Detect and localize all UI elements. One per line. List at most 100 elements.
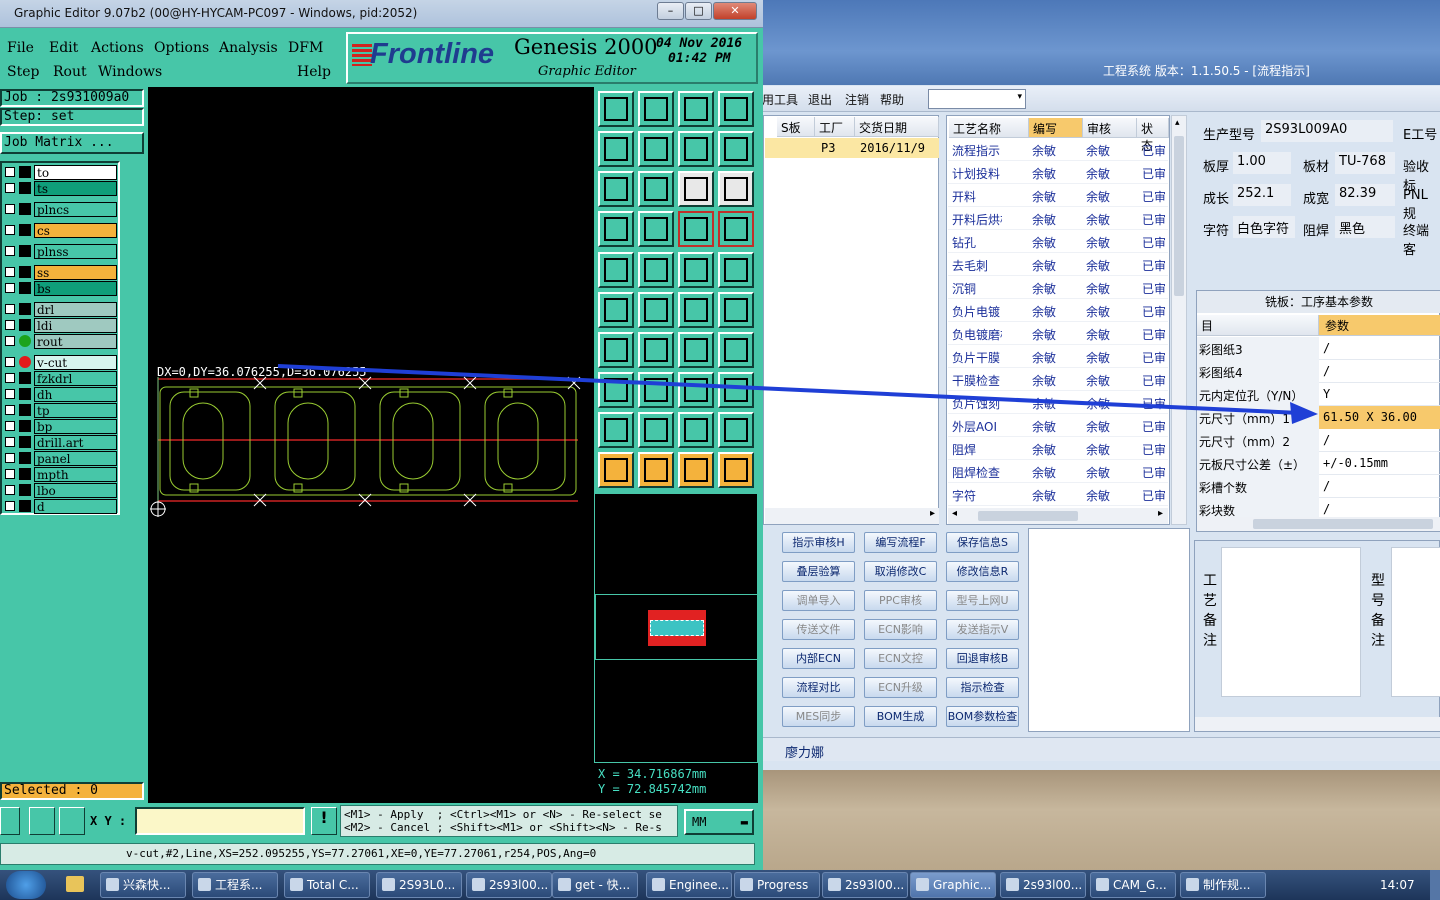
process-hscroll[interactable]: ◂ ▸ (948, 508, 1168, 524)
layer-row-plnss[interactable]: plnss (2, 244, 120, 259)
scroll-right-icon[interactable]: ▸ (1158, 508, 1163, 519)
menu-windows[interactable]: Windows (98, 64, 162, 80)
action-button[interactable]: 发送指示V (946, 619, 1019, 640)
process-row[interactable]: 沉铜 余敏 余敏 已审 (948, 276, 1168, 299)
param-value[interactable]: / (1319, 429, 1440, 452)
param-row[interactable]: 彩图纸4/ (1197, 360, 1440, 383)
pad-icon[interactable] (718, 252, 754, 288)
xy-input[interactable] (135, 807, 305, 835)
layer-status-icon[interactable] (19, 266, 31, 278)
pointer-route-icon[interactable] (718, 452, 754, 488)
units-select[interactable]: MM ▬ (684, 809, 754, 835)
snap-icon[interactable] (678, 211, 714, 247)
move-left-icon[interactable] (598, 131, 634, 167)
action-button[interactable]: 型号上网U (946, 590, 1019, 611)
save-job-icon[interactable] (638, 91, 674, 127)
process-row[interactable]: 计划投料 余敏 余敏 已审 (948, 161, 1168, 184)
menu-file[interactable]: File (7, 40, 34, 56)
table-icon[interactable] (678, 372, 714, 408)
fit-icon[interactable] (598, 171, 634, 207)
layer-checkbox[interactable] (5, 167, 15, 177)
layer-name[interactable]: v-cut (34, 355, 117, 370)
param-value[interactable]: / (1319, 360, 1440, 383)
open-job-icon[interactable] (598, 91, 634, 127)
param-value[interactable]: / (1319, 337, 1440, 360)
layer-status-icon[interactable] (19, 245, 31, 257)
layer-name[interactable]: lbo (34, 483, 117, 498)
taskbar-item[interactable]: 2s93l00... (1000, 872, 1086, 898)
action-button[interactable]: 传送文件 (782, 619, 855, 640)
process-row[interactable]: 阻焊检查 余敏 余敏 已审 (948, 460, 1168, 483)
layer-name[interactable]: ts (34, 181, 117, 196)
layer-row-v-cut[interactable]: v-cut (2, 355, 120, 370)
taskbar-item[interactable]: 2S93L0... (376, 872, 462, 898)
layer-row-d[interactable]: d (2, 499, 120, 514)
process-row[interactable]: 字符 余敏 余敏 已审 (948, 483, 1168, 506)
menu-edit[interactable]: Edit (49, 40, 78, 56)
layer-checkbox[interactable] (5, 389, 15, 399)
menu-help[interactable]: 帮助 (880, 91, 904, 108)
text-b-icon[interactable] (638, 412, 674, 448)
text-c-icon[interactable] (678, 412, 714, 448)
layer-row-dh[interactable]: dh (2, 387, 120, 402)
taskbar-item[interactable]: Enginee... (646, 872, 732, 898)
mat-field[interactable]: TU-768 (1335, 152, 1395, 174)
wid-field[interactable]: 82.39 (1335, 184, 1395, 206)
layer-name[interactable]: dh (34, 387, 117, 402)
scroll-thumb[interactable] (1174, 136, 1184, 296)
layer-checkbox[interactable] (5, 437, 15, 447)
taskbar-item[interactable]: 2s93l00... (822, 872, 908, 898)
layer-status-icon[interactable] (19, 319, 31, 331)
action-button[interactable]: BOM生成 (864, 706, 937, 727)
layer-status-icon[interactable] (19, 166, 31, 178)
layer-checkbox[interactable] (5, 469, 15, 479)
process-row[interactable]: 阻焊 余敏 余敏 已审 (948, 437, 1168, 460)
erp-combo[interactable]: ▾ (928, 89, 1026, 109)
rotate-icon[interactable] (678, 332, 714, 368)
layer-status-icon[interactable] (19, 484, 31, 496)
taskbar-item[interactable]: Graphic... (910, 872, 996, 898)
menu-options[interactable]: Options (154, 40, 209, 56)
hline-icon[interactable] (638, 372, 674, 408)
explorer-icon[interactable] (66, 876, 84, 892)
window-icon[interactable] (718, 91, 754, 127)
delete-point-icon[interactable] (638, 292, 674, 328)
graphic-canvas[interactable]: DX=0,DY=36.076255,D=36.076255 (148, 87, 594, 803)
layer-status-icon[interactable] (19, 388, 31, 400)
draw-line-icon[interactable] (598, 332, 634, 368)
layer-name[interactable]: tp (34, 403, 117, 418)
scroll-thumb[interactable] (1253, 519, 1433, 529)
overview-map[interactable] (594, 493, 759, 763)
job-matrix-button[interactable]: Job Matrix ... (0, 132, 144, 154)
layer-checkbox[interactable] (5, 357, 15, 367)
layer-checkbox[interactable] (5, 405, 15, 415)
action-button[interactable]: 指示检查 (946, 677, 1019, 698)
layer-name[interactable]: panel (34, 451, 117, 466)
len-field[interactable]: 252.1 (1233, 184, 1291, 206)
layer-name[interactable]: plncs (34, 202, 117, 217)
layer-checkbox[interactable] (5, 501, 15, 511)
layer-status-icon[interactable] (19, 335, 31, 347)
snap2-icon[interactable] (718, 211, 754, 247)
pointer-box-icon[interactable] (638, 452, 674, 488)
layer-status-icon[interactable] (19, 468, 31, 480)
params-hscroll[interactable] (1197, 517, 1440, 531)
layer-checkbox[interactable] (5, 373, 15, 383)
close-button[interactable]: ✕ (713, 2, 757, 20)
process-row[interactable]: 流程指示 余敏 余敏 已审 (948, 138, 1168, 161)
move-point-icon[interactable] (718, 292, 754, 328)
param-value[interactable]: Y (1319, 383, 1440, 406)
transform-icon[interactable] (638, 252, 674, 288)
measure-tool-icon[interactable] (29, 807, 55, 835)
action-button[interactable]: BOM参数检查 (946, 706, 1019, 727)
home-icon[interactable] (678, 91, 714, 127)
layer-name[interactable]: drill.art (34, 435, 117, 450)
mask-field[interactable]: 黑色 (1335, 216, 1395, 238)
add-point-icon[interactable] (678, 292, 714, 328)
action-button[interactable]: ECN升级 (864, 677, 937, 698)
action-button[interactable]: 取消修改C (864, 561, 937, 582)
action-button[interactable]: 保存信息S (946, 532, 1019, 553)
layer-status-icon[interactable] (19, 372, 31, 384)
process-row[interactable]: 负片电镀 余敏 余敏 已审 (948, 299, 1168, 322)
action-button[interactable]: ECN文控 (864, 648, 937, 669)
